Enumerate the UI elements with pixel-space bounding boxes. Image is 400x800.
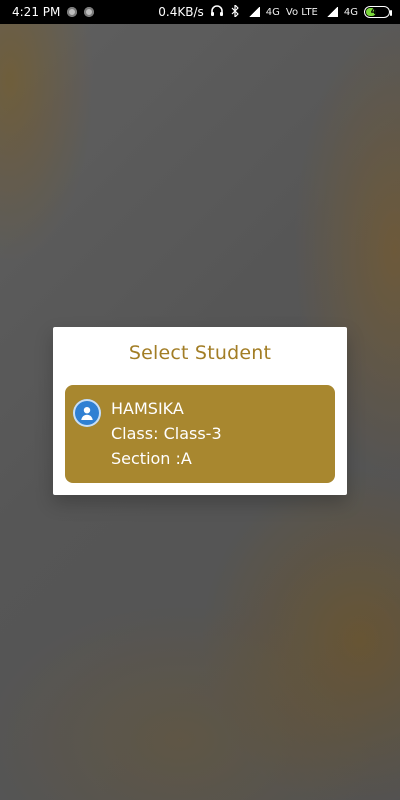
volte-label: Vo LTE: [285, 6, 318, 18]
notification-dot-icon: [67, 7, 78, 17]
headphones-icon: [210, 4, 224, 20]
dialog-title: Select Student: [128, 342, 272, 364]
signal-icon: [245, 7, 260, 17]
status-left: 4:21 PM: [12, 5, 95, 19]
status-speed: 0.4KB/s: [158, 5, 204, 19]
signal-icon: [323, 7, 338, 17]
bluetooth-icon: [230, 3, 240, 20]
network-2: 4G: [343, 6, 358, 18]
status-right: 0.4KB/s 4G Vo LTE 4G 44: [158, 3, 392, 20]
user-icon: [73, 399, 101, 427]
status-time: 4:21 PM: [12, 5, 61, 19]
student-details: HAMSIKA Class: Class-3 Section :A: [111, 396, 222, 471]
network-1: 4G: [265, 6, 280, 18]
battery-text: 44: [370, 7, 384, 17]
notification-dot-icon: [84, 7, 95, 17]
battery-icon: 44: [364, 6, 392, 18]
select-student-dialog: Select Student HAMSIKA Class: Class-3 Se…: [53, 327, 347, 495]
student-class: Class: Class-3: [111, 424, 222, 443]
student-name: HAMSIKA: [111, 399, 184, 418]
student-section: Section :A: [111, 449, 192, 468]
student-card[interactable]: HAMSIKA Class: Class-3 Section :A: [65, 385, 335, 483]
status-bar: 4:21 PM 0.4KB/s 4G Vo LTE 4G 44: [0, 0, 400, 24]
